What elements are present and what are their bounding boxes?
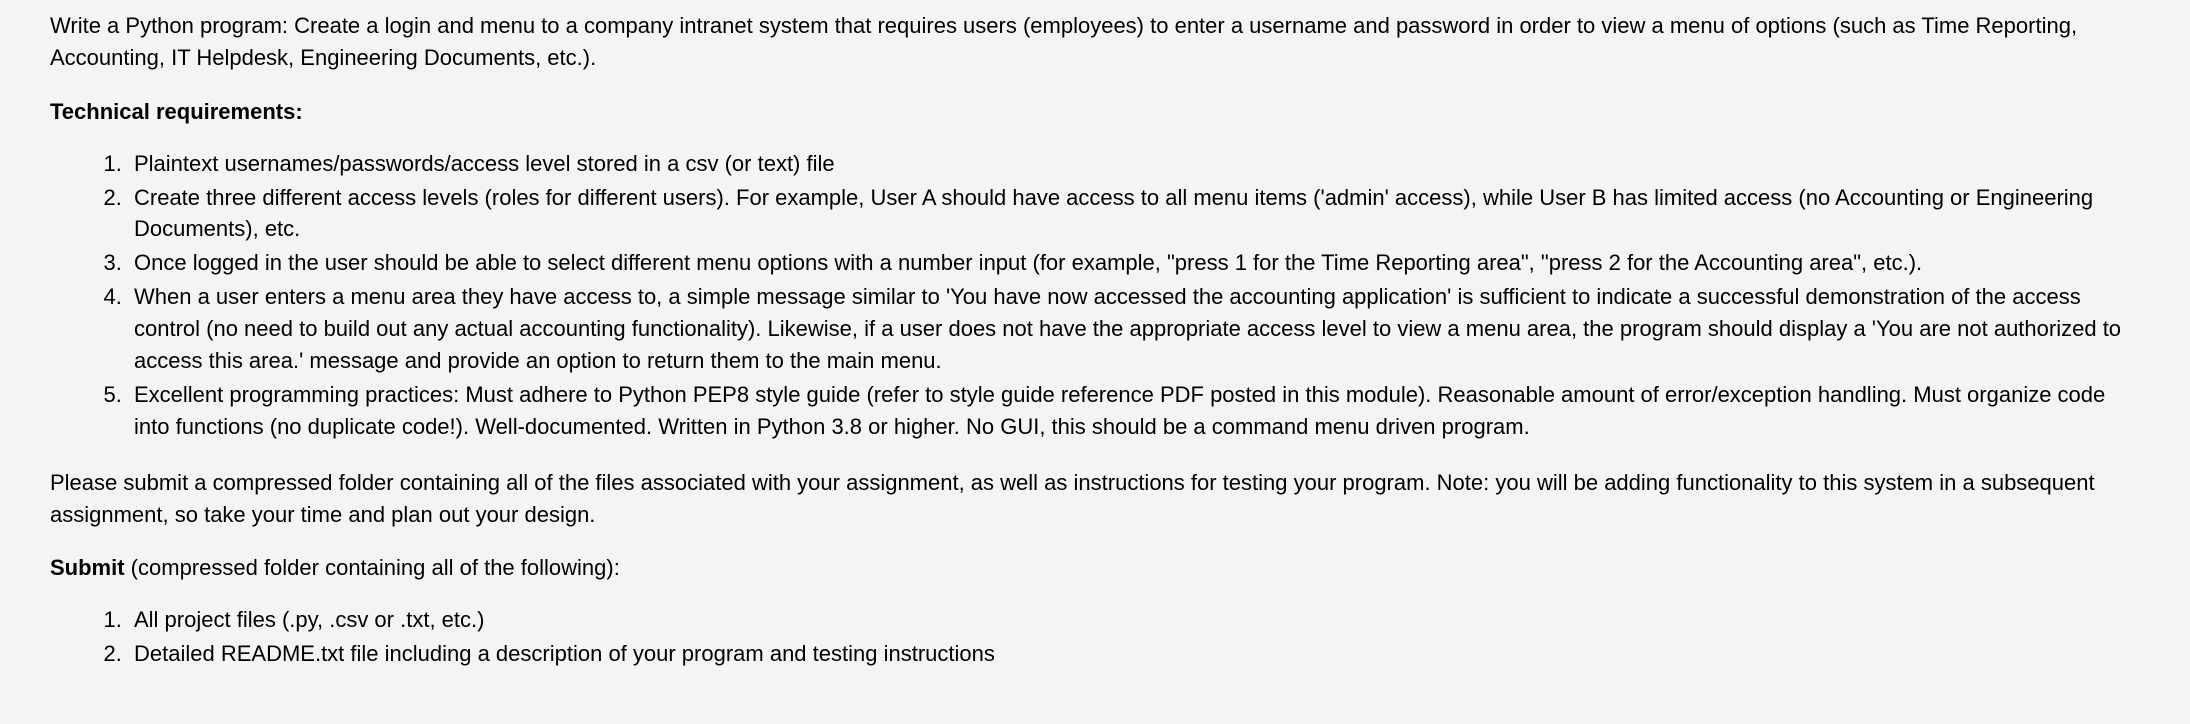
submit-heading-bold: Submit bbox=[50, 555, 125, 580]
list-item: Once logged in the user should be able t… bbox=[128, 247, 2140, 279]
submit-heading-rest: (compressed folder containing all of the… bbox=[125, 555, 620, 580]
list-item: Detailed README.txt file including a des… bbox=[128, 638, 2140, 670]
technical-requirements-heading: Technical requirements: bbox=[50, 96, 2140, 128]
submit-heading: Submit (compressed folder containing all… bbox=[50, 552, 2140, 584]
submit-list: All project files (.py, .csv or .txt, et… bbox=[50, 604, 2140, 670]
list-item: Create three different access levels (ro… bbox=[128, 182, 2140, 246]
list-item: All project files (.py, .csv or .txt, et… bbox=[128, 604, 2140, 636]
list-item: Excellent programming practices: Must ad… bbox=[128, 379, 2140, 443]
assignment-intro: Write a Python program: Create a login a… bbox=[50, 10, 2140, 74]
technical-requirements-list: Plaintext usernames/passwords/access lev… bbox=[50, 148, 2140, 443]
submission-note: Please submit a compressed folder contai… bbox=[50, 467, 2140, 531]
list-item: When a user enters a menu area they have… bbox=[128, 281, 2140, 377]
list-item: Plaintext usernames/passwords/access lev… bbox=[128, 148, 2140, 180]
